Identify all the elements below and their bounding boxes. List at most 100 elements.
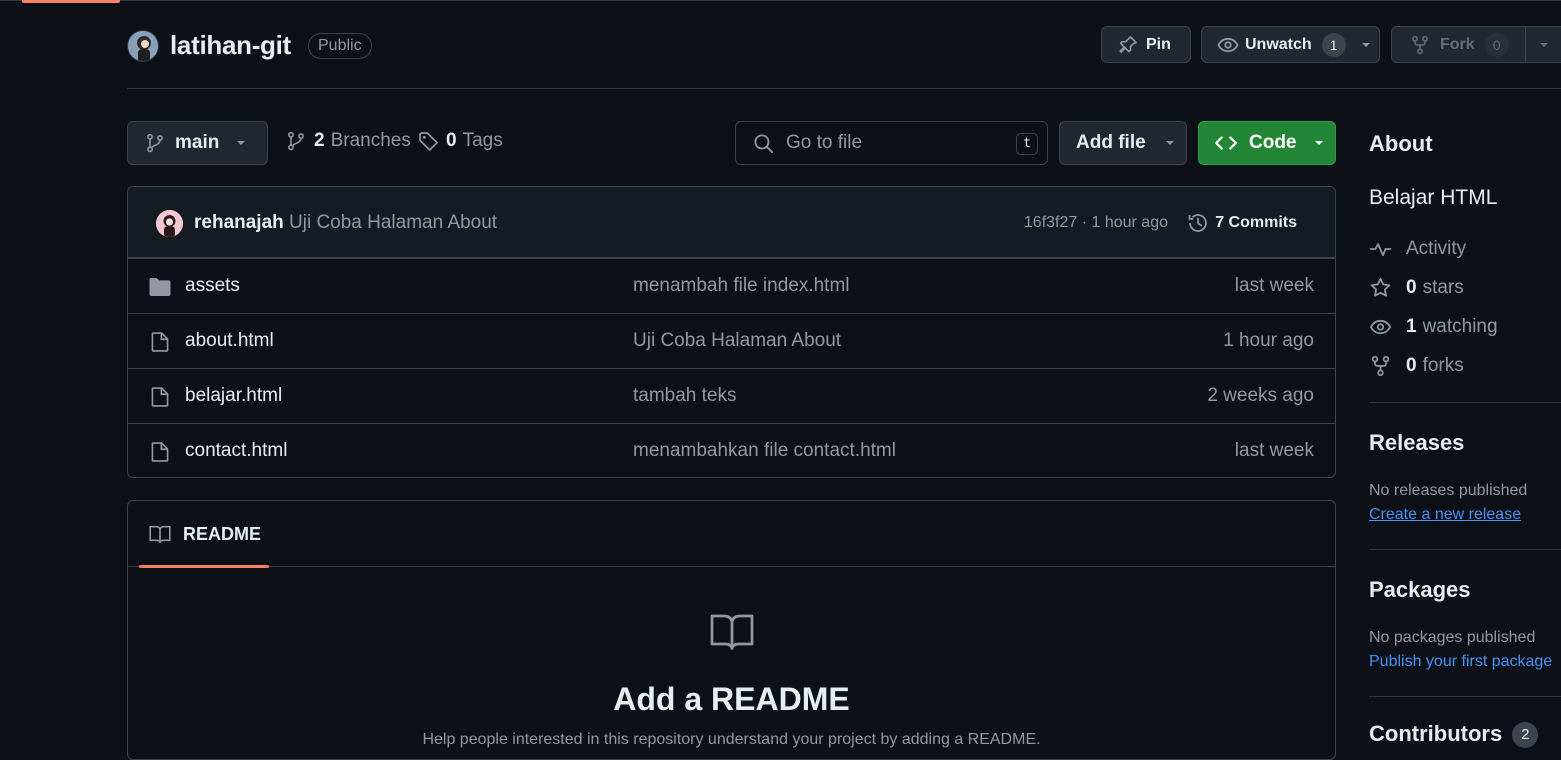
- chevron-down-icon: [1164, 137, 1176, 149]
- branch-chevron-down-icon: [235, 137, 247, 149]
- tags-link[interactable]: 0 Tags: [418, 130, 503, 152]
- fork-icon: [1410, 35, 1430, 55]
- file-row[interactable]: contact.html menambahkan file contact.ht…: [128, 423, 1335, 477]
- add-file-label: Add file: [1076, 132, 1146, 153]
- about-heading: About: [1369, 131, 1433, 156]
- add-readme-description: Help people interested in this repositor…: [422, 731, 1041, 748]
- pin-icon: [1118, 35, 1138, 55]
- file-row[interactable]: assets menambah file index.html last wee…: [128, 258, 1335, 313]
- releases-heading[interactable]: Releases: [1369, 430, 1464, 456]
- file-commit-message[interactable]: menambah file index.html: [633, 275, 850, 297]
- fork-label: Fork: [1440, 35, 1475, 53]
- keyboard-shortcut-hint: t: [1016, 133, 1038, 155]
- activity-label: Activity: [1406, 238, 1467, 259]
- publish-package-link[interactable]: Publish your first package: [1369, 653, 1552, 671]
- repo-name[interactable]: latihan-git: [170, 30, 291, 61]
- file-name[interactable]: contact.html: [185, 440, 287, 462]
- contributors-heading-row[interactable]: Contributors 2: [1369, 721, 1539, 749]
- book-icon: [709, 611, 755, 651]
- go-to-file-placeholder: Go to file: [786, 132, 863, 153]
- visibility-badge: Public: [308, 33, 372, 59]
- tag-icon: [418, 131, 439, 152]
- history-icon: [1187, 212, 1209, 234]
- readme-tab-underline: [139, 565, 269, 568]
- code-button[interactable]: Code: [1198, 121, 1336, 165]
- git-branch-icon: [286, 131, 306, 151]
- file-list: rehanajah Uji Coba Halaman About 16f3f27…: [127, 186, 1336, 478]
- sidebar-divider: [1369, 696, 1561, 697]
- readme-tab-label: README: [183, 523, 262, 544]
- owner-avatar[interactable]: [127, 30, 159, 62]
- fork-divider: [1524, 27, 1526, 62]
- stars-label: stars: [1422, 277, 1464, 298]
- commits-link[interactable]: 7 Commits: [1187, 212, 1297, 234]
- stars-link[interactable]: 0 stars: [1369, 277, 1464, 299]
- file-name[interactable]: about.html: [185, 330, 274, 352]
- branch-name: main: [175, 132, 220, 153]
- eye-icon: [1369, 319, 1392, 335]
- file-icon: [150, 331, 170, 353]
- star-icon: [1370, 277, 1391, 297]
- file-name[interactable]: assets: [185, 275, 240, 297]
- fork-icon: [1371, 355, 1390, 377]
- active-tab-indicator: [22, 0, 120, 3]
- commit-author[interactable]: rehanajah: [194, 212, 284, 234]
- pin-label: Pin: [1146, 35, 1171, 53]
- sidebar-divider: [1369, 402, 1561, 403]
- latest-commit-bar: rehanajah Uji Coba Halaman About 16f3f27…: [128, 187, 1335, 258]
- file-commit-message[interactable]: menambahkan file contact.html: [633, 440, 896, 462]
- branch-selector[interactable]: main: [127, 121, 268, 165]
- eye-icon: [1217, 34, 1239, 56]
- branches-label: Branches: [330, 130, 411, 151]
- git-branch-icon: [145, 133, 165, 153]
- fork-button[interactable]: Fork 0: [1391, 26, 1561, 63]
- watch-count: 1: [1321, 32, 1346, 57]
- branches-link[interactable]: 2 Branches: [286, 130, 411, 152]
- contributors-count: 2: [1512, 722, 1539, 749]
- add-file-button[interactable]: Add file: [1059, 121, 1187, 165]
- forks-count: 0: [1406, 355, 1417, 376]
- readme-header: README: [128, 501, 1335, 568]
- code-icon: [1215, 134, 1237, 152]
- watching-count: 1: [1406, 316, 1417, 337]
- commit-hash-time[interactable]: 16f3f27 · 1 hour ago: [1024, 214, 1168, 232]
- stars-count: 0: [1406, 277, 1417, 298]
- file-commit-time: last week: [1234, 440, 1314, 461]
- readme-tab[interactable]: README: [139, 501, 269, 568]
- add-readme-title: Add a README: [613, 681, 850, 717]
- file-commit-message[interactable]: Uji Coba Halaman About: [633, 330, 841, 352]
- unwatch-button[interactable]: Unwatch 1: [1201, 26, 1380, 63]
- commit-author-avatar[interactable]: [156, 210, 183, 237]
- chevron-down-icon[interactable]: [1360, 39, 1372, 51]
- activity-link[interactable]: Activity: [1369, 238, 1466, 260]
- forks-link[interactable]: 0 forks: [1369, 355, 1464, 377]
- file-commit-time: 2 weeks ago: [1207, 385, 1314, 406]
- code-label: Code: [1249, 132, 1297, 153]
- readme-panel: README Add a README Help people interest…: [127, 500, 1336, 760]
- folder-icon: [148, 276, 172, 298]
- file-icon: [150, 386, 170, 408]
- book-icon: [149, 524, 171, 544]
- pulse-icon: [1369, 243, 1392, 257]
- file-commit-time: 1 hour ago: [1223, 330, 1314, 351]
- packages-heading[interactable]: Packages: [1369, 577, 1471, 603]
- branches-count: 2: [314, 130, 325, 151]
- pin-button[interactable]: Pin: [1101, 26, 1191, 63]
- file-commit-time: last week: [1234, 275, 1314, 296]
- watching-link[interactable]: 1 watching: [1369, 316, 1498, 338]
- fork-chevron-down-icon[interactable]: [1538, 39, 1550, 51]
- commits-label: 7 Commits: [1215, 214, 1297, 231]
- file-row[interactable]: about.html Uji Coba Halaman About 1 hour…: [128, 313, 1335, 368]
- commit-message[interactable]: Uji Coba Halaman About: [289, 212, 497, 234]
- go-to-file-input[interactable]: Go to file t: [735, 121, 1048, 165]
- file-name[interactable]: belajar.html: [185, 385, 282, 407]
- file-commit-message[interactable]: tambah teks: [633, 385, 737, 407]
- fork-count: 0: [1484, 32, 1509, 57]
- file-row[interactable]: belajar.html tambah teks 2 weeks ago: [128, 368, 1335, 423]
- file-icon: [150, 441, 170, 463]
- create-release-link[interactable]: Create a new release: [1369, 506, 1521, 524]
- watching-label: watching: [1422, 316, 1498, 337]
- unwatch-label: Unwatch: [1245, 35, 1312, 53]
- top-nav-border: [0, 0, 1561, 4]
- about-description: Belajar HTML: [1369, 186, 1498, 209]
